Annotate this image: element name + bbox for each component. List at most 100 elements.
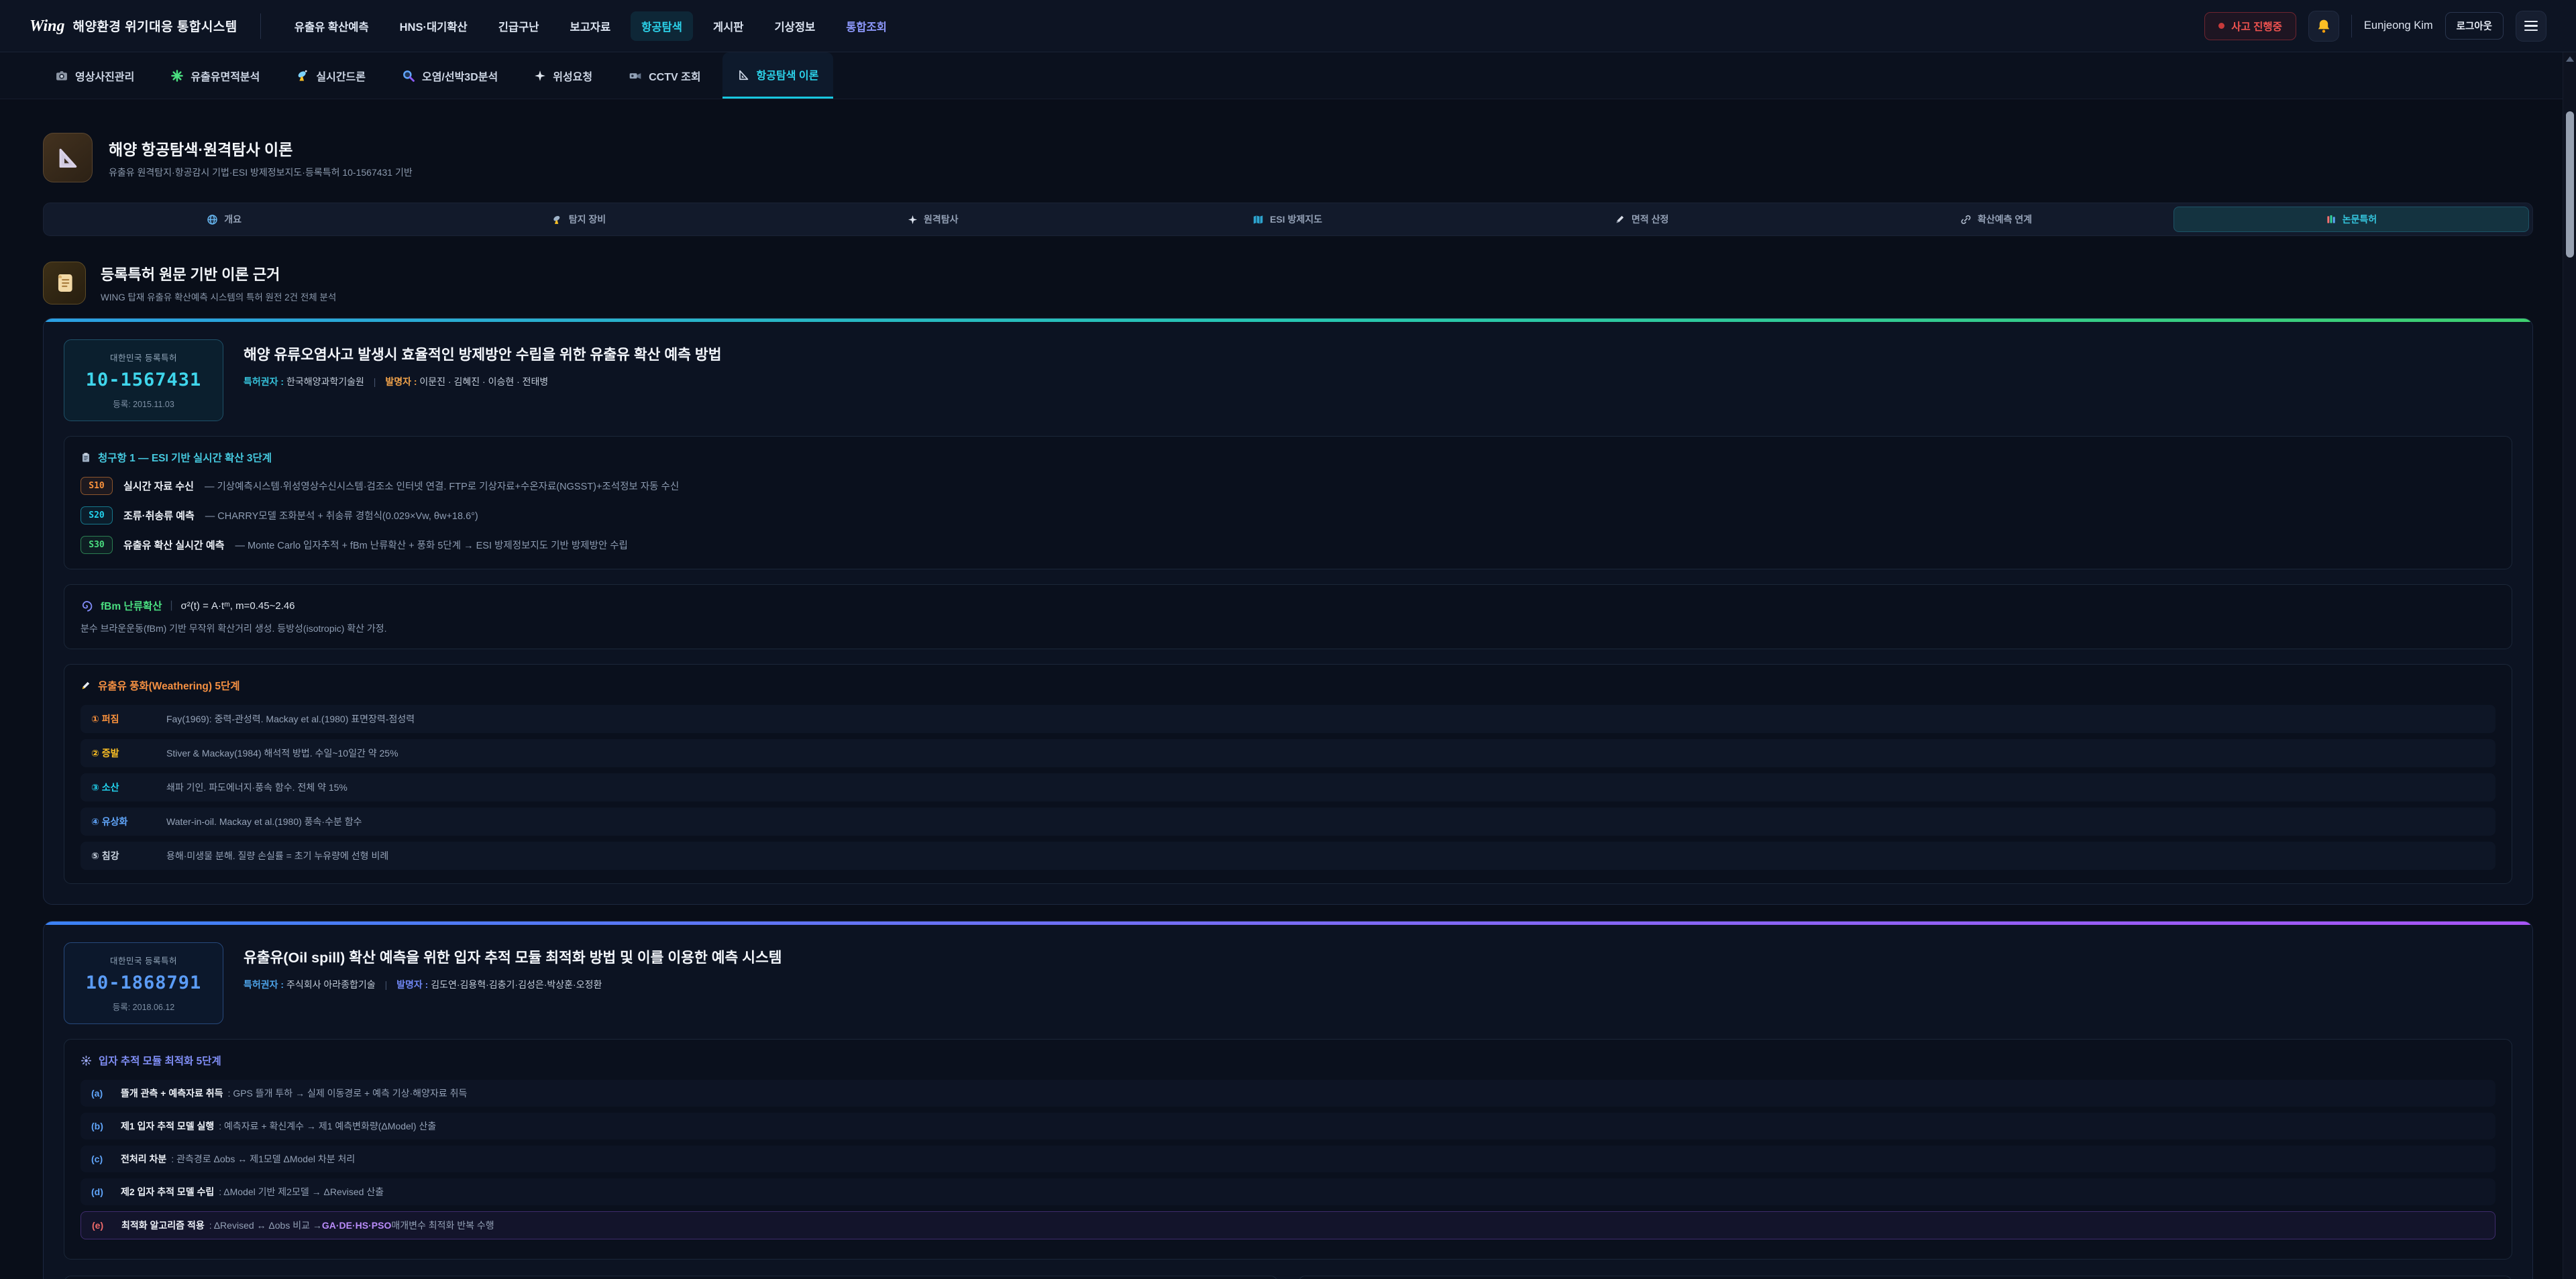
page-icon-box (43, 133, 93, 182)
scrollbar-up-arrow-icon[interactable] (2566, 56, 2574, 62)
tab-label: 개요 (224, 213, 241, 226)
gear-icon (80, 1055, 92, 1066)
triangle-ruler-icon (737, 68, 750, 81)
magnifier-icon (402, 69, 415, 82)
nav-item-hns-atmospheric[interactable]: HNS·대기확산 (389, 11, 478, 41)
tab-esi-map[interactable]: ESI 방제지도 (1110, 207, 1464, 232)
fbm-formula: σ²(t) = A·tᵐ, m=0.45~2.46 (181, 600, 295, 612)
tab-diffusion-link[interactable]: 확산예측 연계 (1819, 207, 2173, 232)
claim-step-row: S30 유출유 확산 실시간 예측 — Monte Carlo 입자추적 + f… (80, 536, 2496, 554)
subnav-item-label: 실시간드론 (316, 68, 366, 84)
optimization-box: 입자 추적 모듈 최적화 5단계 (a) 뜰개 관측 + 예측자료 취득 : G… (64, 1039, 2512, 1260)
nav-item-emergency-rescue[interactable]: 긴급구난 (488, 11, 550, 41)
step-label: 조류·취송류 예측 (123, 508, 195, 522)
nav-item-reports[interactable]: 보고자료 (559, 11, 621, 41)
tab-remote-sensing[interactable]: 원격탐사 (756, 207, 1110, 232)
tab-overview[interactable]: 개요 (47, 207, 401, 232)
cctv-icon (629, 69, 642, 82)
nav-item-aerial-search[interactable]: 항공탐색 (631, 11, 693, 41)
step-label: 전처리 차분 (121, 1152, 166, 1166)
tab-label: 원격탐사 (924, 213, 959, 226)
step-desc-pre: : ΔRevised ↔ Δobs 비교 → (209, 1219, 322, 1232)
subnav-item-pollution-ship-3d[interactable]: 오염/선박3D분석 (387, 52, 513, 99)
subnav-item-satellite-request[interactable]: 위성요청 (519, 52, 607, 99)
nav-item-weather-info[interactable]: 기상정보 (763, 11, 826, 41)
inventor-label: 발명자 : (396, 979, 428, 990)
tab-detection-equipment[interactable]: 탐지 장비 (401, 207, 755, 232)
subnav-item-image-photo-management[interactable]: 영상사진관리 (40, 52, 149, 99)
weathering-label: ② 증발 (91, 746, 166, 760)
tab-label: 면적 산정 (1631, 213, 1668, 226)
patent-meta: 특허권자 : 한국해양과학기술원 | 발명자 : 이문진 · 김혜진 · 이승현… (244, 375, 721, 388)
app-title: 해양환경 위기대응 통합시스템 (72, 17, 237, 35)
tab-label: ESI 방제지도 (1270, 213, 1322, 226)
subnav-item-aerial-search-theory[interactable]: 항공탐색 이론 (722, 52, 834, 99)
weathering-row: ④ 유상화 Water-in-oil. Mackay et al.(1980) … (80, 808, 2496, 836)
tab-papers-patents[interactable]: 논문특허 (2174, 207, 2529, 232)
nav-item-board[interactable]: 게시판 (702, 11, 755, 41)
sparkle-icon (534, 70, 546, 82)
tab-label: 확산예측 연계 (1978, 213, 2032, 226)
fbm-box: fBm 난류확산 | σ²(t) = A·tᵐ, m=0.45~2.46 분수 … (64, 584, 2512, 649)
patent-reg-date: 등록: 2015.11.03 (71, 397, 216, 410)
owner-label: 특허권자 : (244, 979, 284, 990)
patent-number: 10-1868791 (71, 972, 216, 993)
sub-nav: 영상사진관리 유출유면적분석 실시간드론 오염/선박3D분석 위성요청 CCTV… (0, 52, 2576, 99)
bell-icon (2316, 18, 2332, 34)
subnav-item-label: 항공탐색 이론 (757, 66, 819, 82)
triangle-ruler-icon (54, 144, 81, 171)
patent-card-1: 대한민국 등록특허 10-1567431 등록: 2015.11.03 해양 유… (43, 318, 2533, 905)
hamburger-icon (2524, 21, 2538, 32)
brand-divider (260, 13, 261, 39)
nav-item-oil-spill-forecast[interactable]: 유출유 확산예측 (284, 11, 380, 41)
subnav-item-label: 오염/선박3D분석 (422, 68, 498, 84)
weathering-desc: 쇄파 기인. 파도에너지·풍속 함수. 전체 약 15% (166, 781, 347, 794)
subnav-item-cctv-view[interactable]: CCTV 조회 (614, 52, 715, 99)
patent-meta: 특허권자 : 주식회사 아라종합기술 | 발명자 : 김도연·김용혁·김충기·김… (244, 978, 782, 991)
weathering-row: ② 증발 Stiver & Mackay(1984) 해석적 방법. 수일~10… (80, 739, 2496, 767)
step-label: 뜰개 관측 + 예측자료 취득 (121, 1087, 223, 1100)
step-badge: S30 (80, 536, 113, 554)
map-icon (1252, 214, 1264, 225)
step-desc: : ΔModel 기반 제2모델 → ΔRevised 산출 (219, 1185, 384, 1199)
step-desc-highlight: GA·DE·HS·PSO (322, 1220, 391, 1231)
incident-dot-icon (2218, 23, 2224, 29)
meta-separator: | (385, 979, 388, 990)
fbm-title: fBm 난류확산 (101, 598, 162, 613)
subnav-item-label: 유출유면적분석 (191, 68, 260, 84)
section-title: 등록특허 원문 기반 이론 근거 (101, 263, 336, 284)
step-key: (b) (91, 1121, 121, 1131)
page-title: 해양 항공탐색·원격탐사 이론 (109, 137, 413, 160)
logout-button[interactable]: 로그아웃 (2445, 12, 2504, 40)
subnav-item-realtime-drone[interactable]: 실시간드론 (281, 52, 380, 99)
step-desc: — Monte Carlo 입자추적 + fBm 난류확산 + 풍화 5단계 →… (235, 538, 628, 552)
optimization-step-row-final: (e) 최적화 알고리즘 적용 : ΔRevised ↔ Δobs 비교 → G… (80, 1211, 2496, 1239)
menu-button[interactable] (2516, 11, 2546, 42)
app-logo: Wing (30, 17, 64, 36)
step-badge: S20 (80, 506, 113, 524)
satellite-icon (296, 69, 309, 82)
sparkle-icon (908, 215, 918, 225)
patent-country-label: 대한민국 등록특허 (71, 954, 216, 966)
link-icon (1960, 214, 1972, 225)
patent2-number-badge: 대한민국 등록특허 10-1868791 등록: 2018.06.12 (64, 942, 223, 1024)
step-desc: : GPS 뜰개 투하 → 실제 이동경로 + 예측 기상·해양자료 취득 (228, 1087, 468, 1100)
nav-item-integrated-search[interactable]: 통합조회 (835, 11, 898, 41)
scrollbar-thumb[interactable] (2566, 111, 2574, 258)
step-desc-post: 매개변수 최적화 반복 수행 (391, 1219, 494, 1232)
step-desc: — 기상예측시스템·위성영상수신시스템·검조소 인터넷 연결. FTP로 기상자… (205, 479, 679, 493)
camera-icon (55, 69, 68, 82)
weathering-desc: Water-in-oil. Mackay et al.(1980) 풍속·수분 … (166, 815, 362, 828)
weathering-label: ④ 유상화 (91, 815, 166, 828)
subnav-item-oil-area-analysis[interactable]: 유출유면적분석 (156, 52, 274, 99)
patent-title: 해양 유류오염사고 발생시 효율적인 방제방안 수립을 위한 유출유 확산 예측… (244, 343, 721, 364)
theory-tabs: 개요 탐지 장비 원격탐사 ESI 방제지도 면적 산정 확산예측 연계 논문특… (43, 203, 2533, 236)
math-model-panel: 입자 추적 수학 모델 제1모델: Modelₓ = curᵤ·Δt + c·w… (64, 1276, 1278, 1279)
tab-area-calculation[interactable]: 면적 산정 (1464, 207, 1819, 232)
weathering-box-header: 유출유 풍화(Weathering) 5단계 (80, 678, 2496, 693)
incident-badge-label: 사고 진행중 (2231, 19, 2282, 34)
notifications-button[interactable] (2308, 11, 2339, 42)
step-label: 제2 입자 추적 모델 수립 (121, 1185, 214, 1199)
header-divider (2351, 15, 2352, 38)
section-subtitle: WING 탑재 유출유 확산예측 시스템의 특허 원전 2건 전체 분석 (101, 290, 336, 303)
